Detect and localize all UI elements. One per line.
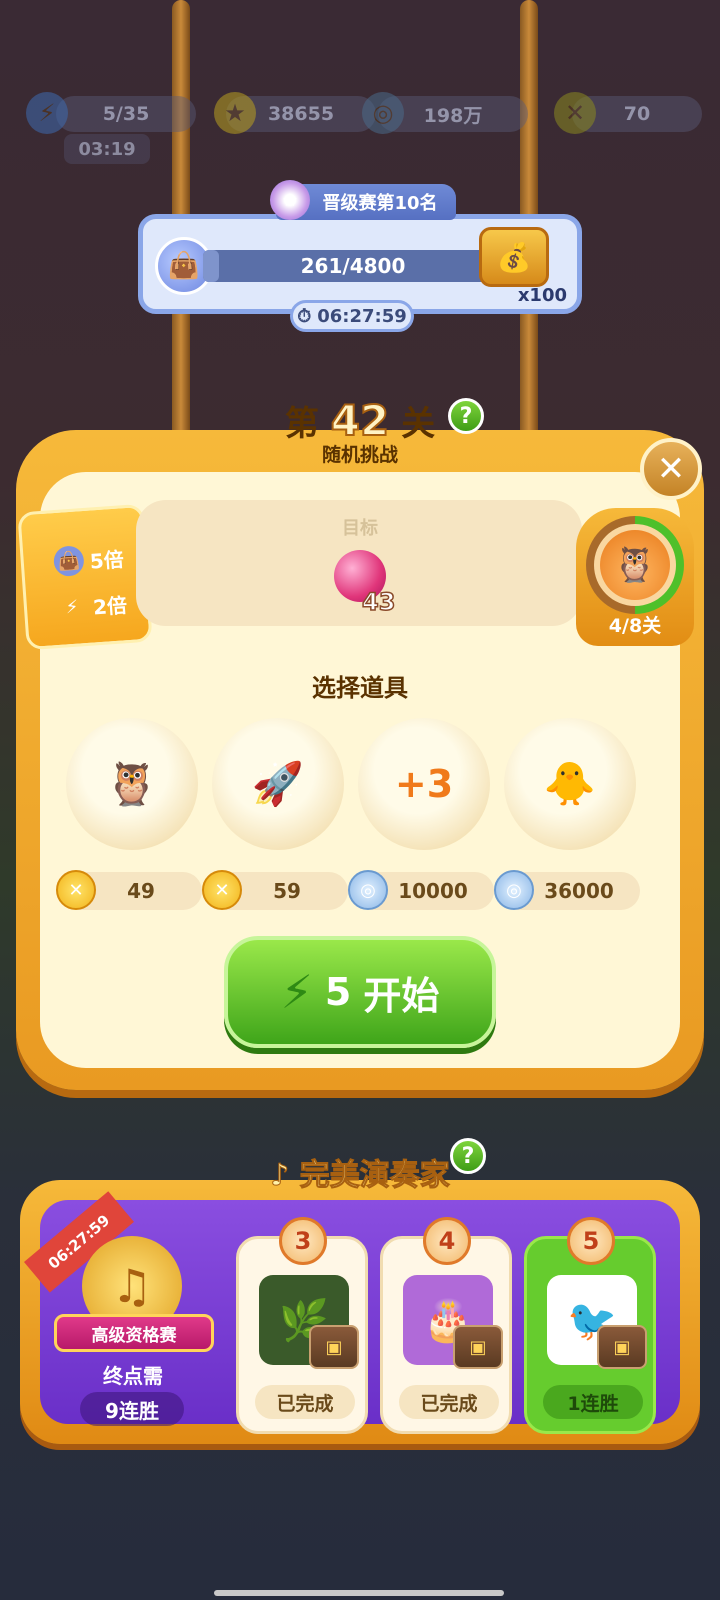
booster-plus-three[interactable]: +3 xyxy=(358,718,490,850)
booster-rainbow-owl[interactable]: 🦉 xyxy=(66,718,198,850)
treasure-chest-icon: 💰 xyxy=(479,227,549,287)
performer-stage-card[interactable]: 4 🎂 ▣ 已完成 xyxy=(380,1217,512,1434)
chest-icon: ▣ xyxy=(309,1325,359,1369)
crown-icon: ★ xyxy=(270,180,310,220)
stage-status: 1连胜 xyxy=(543,1385,643,1419)
silver-coin-icon: ◎ xyxy=(348,870,388,910)
event-progress-text: 261/4800 xyxy=(300,254,406,278)
event-rank-title: ★ 晋级赛第10名 xyxy=(270,180,456,220)
gold-coin-icon: ✕ xyxy=(554,92,596,134)
gem-count: 43 xyxy=(361,587,396,617)
home-indicator[interactable] xyxy=(214,1590,504,1596)
lightning-icon: ⚡ xyxy=(65,596,80,618)
coins-value: 198万 xyxy=(423,104,483,127)
lightning-icon: ⚡ xyxy=(280,965,313,1019)
music-note-icon: ♪ xyxy=(270,1158,300,1194)
gold-coin-icon: ✕ xyxy=(56,870,96,910)
chest-icon: ▣ xyxy=(597,1325,647,1369)
start-button[interactable]: ⚡ 5 开始 xyxy=(224,936,496,1048)
performer-stage-card[interactable]: 3 🌿 ▣ 已完成 xyxy=(236,1217,368,1434)
need-label: 终点需 xyxy=(103,1364,163,1388)
booster-rockets[interactable]: 🚀 xyxy=(212,718,344,850)
stage-number: 4 xyxy=(423,1217,471,1265)
event-timer: ⏱ 06:27:59 xyxy=(290,300,414,332)
clock-icon: ⏱ xyxy=(297,305,312,327)
star-icon: ★ xyxy=(214,92,256,134)
tokens-value: 70 xyxy=(623,103,651,125)
price-value: 49 xyxy=(127,879,155,903)
start-cost: 5 xyxy=(324,970,352,1014)
start-label: 开始 xyxy=(363,973,440,1018)
booster-price: ◎ 36000 xyxy=(494,870,640,910)
stage-progress-text: 4/8关 xyxy=(608,615,662,637)
silver-coin-icon: ◎ xyxy=(494,870,534,910)
resource-bar: 5/35 ⚡ 38655 ★ 198万 ◎ 70 ✕ xyxy=(20,92,702,136)
price-value: 10000 xyxy=(398,879,468,903)
event-progress-card[interactable]: 👜 261/4800 💰 x100 xyxy=(138,214,582,314)
level-title: 第 42 关 xyxy=(0,395,720,446)
event-progress-bar: 261/4800 xyxy=(203,250,503,282)
bag-multiplier: 5倍 xyxy=(89,546,125,574)
performer-help-button[interactable]: ? xyxy=(450,1138,486,1174)
level-prefix: 第 xyxy=(284,404,319,444)
booster-price: ✕ 49 xyxy=(56,870,202,910)
stage-status: 已完成 xyxy=(399,1385,499,1419)
event-timer-value: 06:27:59 xyxy=(317,305,407,327)
qualifier-banner: 高级资格赛 xyxy=(54,1314,214,1352)
energy-icon: ⚡ xyxy=(26,92,68,134)
level-number: 42 xyxy=(330,395,390,446)
stars-value: 38655 xyxy=(267,103,335,125)
energy-value: 5/35 xyxy=(102,103,150,125)
booster-price: ◎ 10000 xyxy=(348,870,494,910)
rainbow-owl-icon: 🦉 xyxy=(105,759,159,808)
rockets-icon: 🚀 xyxy=(251,759,305,808)
energy-counter[interactable]: 5/35 xyxy=(56,96,196,132)
pets-icon: 🐥 xyxy=(543,759,597,808)
close-button[interactable]: ✕ xyxy=(640,438,702,500)
price-value: 36000 xyxy=(544,879,614,903)
price-value: 59 xyxy=(273,879,301,903)
event-rank-text: 晋级赛第10名 xyxy=(322,193,438,214)
plus-three-moves-icon: +3 xyxy=(394,762,454,806)
booster-price: ✕ 59 xyxy=(202,870,348,910)
reward-multiplier: x100 xyxy=(517,285,567,306)
level-suffix: 关 xyxy=(401,404,436,444)
stage-status: 已完成 xyxy=(255,1385,355,1419)
bag-icon: 👜 xyxy=(52,545,85,578)
owl-avatar-icon: 🦉 xyxy=(600,530,670,600)
performer-stage-card-active[interactable]: 5 🐦 ▣ 1连胜 xyxy=(524,1217,656,1434)
energy-multiplier: 2倍 xyxy=(92,592,128,619)
gold-coin-icon: ✕ xyxy=(202,870,242,910)
booster-title: 选择道具 xyxy=(312,674,408,702)
silver-coin-icon: ◎ xyxy=(362,92,404,134)
performer-title-text: 完美演奏家 xyxy=(299,1158,450,1194)
booster-pets[interactable]: 🐥 xyxy=(504,718,636,850)
performer-title: ♪ 完美演奏家 xyxy=(0,1150,720,1194)
bag-bonus: 👜 5倍 xyxy=(52,542,125,578)
stage-badge[interactable]: 🦉 4/8关 xyxy=(576,508,694,646)
stage-number: 5 xyxy=(567,1217,615,1265)
chest-icon: ▣ xyxy=(453,1325,503,1369)
level-subtitle: 随机挑战 xyxy=(321,444,398,466)
level-help-button[interactable]: ? xyxy=(448,398,484,434)
streak-need: 9连胜 xyxy=(80,1392,184,1426)
energy-bonus: ⚡ 2倍 xyxy=(56,588,128,623)
energy-timer: 03:19 xyxy=(64,134,150,164)
stage-number: 3 xyxy=(279,1217,327,1265)
